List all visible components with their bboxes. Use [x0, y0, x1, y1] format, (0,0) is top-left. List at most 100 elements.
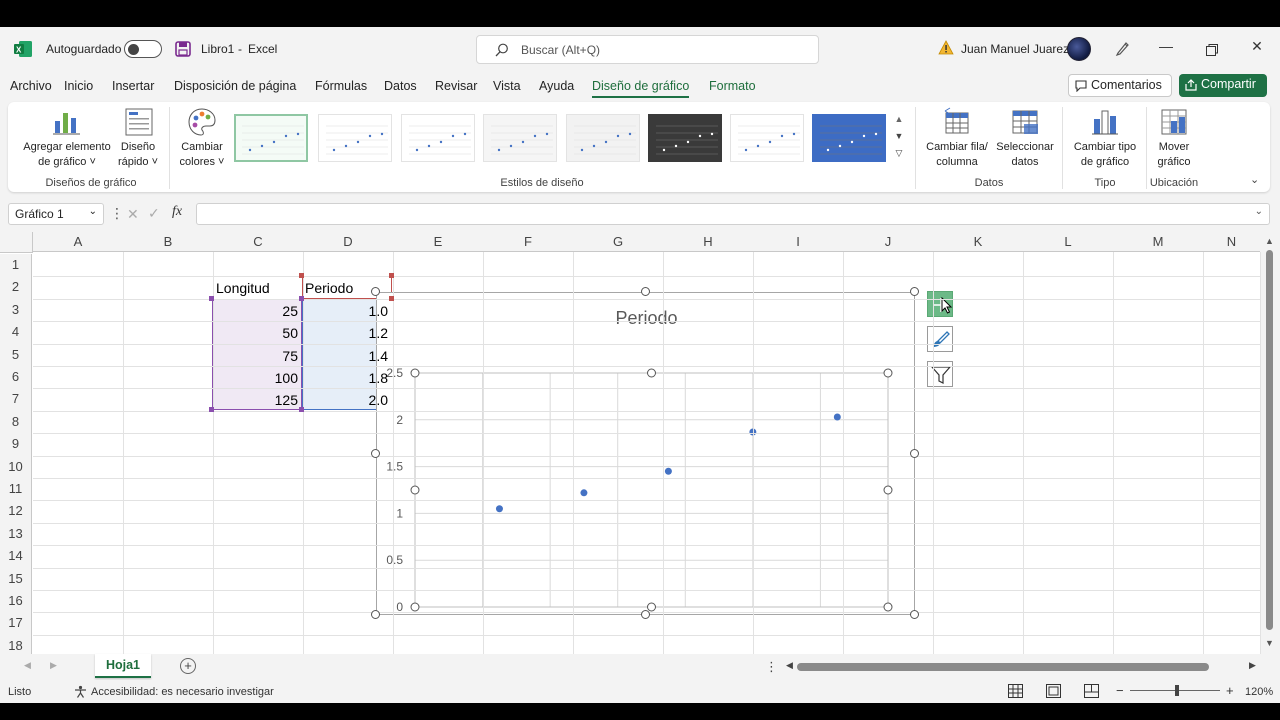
- chart-resize-handle[interactable]: [371, 448, 380, 458]
- tab-vista[interactable]: Vista: [493, 79, 521, 93]
- row-header-17[interactable]: 17: [0, 612, 32, 635]
- prev-sheet-icon[interactable]: ◀: [24, 660, 31, 671]
- row-header-7[interactable]: 7: [0, 388, 32, 411]
- tab-insertar[interactable]: Insertar: [112, 79, 154, 93]
- row-header-11[interactable]: 11: [0, 478, 32, 501]
- hscroll-left-icon[interactable]: ◀: [786, 660, 793, 671]
- change-colors-button[interactable]: Cambiar colores ˅: [176, 107, 228, 171]
- cell-c4[interactable]: 50: [214, 325, 298, 341]
- row-header-6[interactable]: 6: [0, 366, 32, 389]
- column-header-c[interactable]: C: [213, 232, 303, 252]
- row-header-3[interactable]: 3: [0, 298, 32, 322]
- cell-c3[interactable]: 25: [214, 303, 298, 319]
- column-header-b[interactable]: B: [123, 232, 213, 252]
- more-options-icon[interactable]: ⋮: [110, 205, 124, 222]
- range-handle[interactable]: [389, 273, 394, 278]
- cancel-icon[interactable]: ✕: [127, 206, 139, 223]
- chart-resize-handle[interactable]: [910, 448, 919, 458]
- row-header-8[interactable]: 8: [0, 410, 32, 434]
- zoom-in-button[interactable]: +: [1226, 683, 1234, 698]
- column-header-l[interactable]: L: [1023, 232, 1113, 252]
- next-sheet-icon[interactable]: ▶: [50, 660, 57, 671]
- column-header-h[interactable]: H: [663, 232, 753, 252]
- chart-resize-handle[interactable]: [640, 610, 650, 619]
- scroll-thumb[interactable]: [1266, 250, 1273, 630]
- add-sheet-button[interactable]: +: [180, 658, 196, 674]
- row-header-12[interactable]: 12: [0, 500, 32, 523]
- row-header-13[interactable]: 13: [0, 522, 32, 546]
- chart-object[interactable]: Periodo 00.511.522.5020406080100120140: [376, 292, 915, 615]
- name-box[interactable]: Gráfico 1 ⌄: [8, 203, 104, 225]
- chart-styles-button[interactable]: [927, 326, 953, 352]
- range-handle[interactable]: [299, 296, 304, 301]
- column-header-j[interactable]: J: [843, 232, 933, 252]
- cell-d7[interactable]: 2.0: [306, 392, 388, 408]
- cell-d6[interactable]: 1.8: [306, 370, 388, 386]
- cell-d2[interactable]: Periodo: [305, 280, 353, 296]
- styles-more-button[interactable]: ▽: [893, 148, 905, 164]
- range-handle[interactable]: [299, 273, 304, 278]
- row-header-5[interactable]: 5: [0, 343, 32, 366]
- chart-filters-button[interactable]: [927, 361, 953, 387]
- row-header-18[interactable]: 18: [0, 634, 32, 654]
- row-header-16[interactable]: 16: [0, 590, 32, 613]
- share-button[interactable]: Compartir: [1179, 74, 1267, 97]
- user-avatar[interactable]: [1067, 37, 1091, 61]
- collapse-ribbon-icon[interactable]: ⌄: [1250, 173, 1259, 186]
- move-chart-button[interactable]: Mover gráfico: [1150, 107, 1198, 171]
- column-header-g[interactable]: G: [573, 232, 663, 252]
- change-chart-type-button[interactable]: Cambiar tipo de gráfico: [1068, 107, 1142, 171]
- cell-d3[interactable]: 1.0: [306, 303, 388, 319]
- row-header-4[interactable]: 4: [0, 321, 32, 344]
- column-header-k[interactable]: K: [933, 232, 1023, 252]
- row-header-10[interactable]: 10: [0, 455, 32, 478]
- range-handle[interactable]: [209, 296, 214, 301]
- chart-resize-handle[interactable]: [910, 610, 919, 619]
- pen-icon[interactable]: [1115, 40, 1131, 61]
- vertical-scrollbar[interactable]: ▲ ▼: [1260, 232, 1280, 654]
- row-header-2[interactable]: 2: [0, 276, 32, 299]
- tab-formato[interactable]: Formato: [709, 79, 756, 93]
- tab-inicio[interactable]: Inicio: [64, 79, 93, 93]
- normal-view-icon[interactable]: [1008, 684, 1023, 701]
- styles-scroll-up[interactable]: ▲: [893, 114, 905, 130]
- chart-resize-handle[interactable]: [640, 287, 650, 296]
- tab-diseno-grafico[interactable]: Diseño de gráfico: [592, 79, 690, 98]
- page-layout-icon[interactable]: [1046, 684, 1061, 701]
- user-name[interactable]: Juan Manuel Juarez: [961, 42, 1069, 56]
- sheet-tab-hoja1[interactable]: Hoja1: [95, 654, 151, 678]
- zoom-out-button[interactable]: −: [1116, 683, 1124, 698]
- tab-archivo[interactable]: Archivo: [10, 79, 52, 93]
- range-handle[interactable]: [209, 407, 214, 412]
- row-header-14[interactable]: 14: [0, 545, 32, 568]
- minimize-button[interactable]: —: [1151, 38, 1181, 54]
- sheet-tab-options-icon[interactable]: ⋮: [765, 659, 778, 675]
- restore-button[interactable]: [1206, 43, 1218, 61]
- select-data-button[interactable]: Seleccionar datos: [993, 107, 1057, 171]
- comments-button[interactable]: Comentarios: [1068, 74, 1172, 97]
- column-header-f[interactable]: F: [483, 232, 573, 252]
- column-header-a[interactable]: A: [33, 232, 123, 252]
- autosave-toggle[interactable]: [124, 40, 162, 58]
- tab-datos[interactable]: Datos: [384, 79, 417, 93]
- confirm-icon[interactable]: ✓: [148, 205, 160, 222]
- cell-c2[interactable]: Longitud: [216, 280, 270, 296]
- range-handle[interactable]: [389, 296, 394, 301]
- add-chart-element-button[interactable]: Agregar elemento de gráfico ˅: [18, 107, 116, 171]
- cell-c5[interactable]: 75: [214, 348, 298, 364]
- chart-resize-handle[interactable]: [910, 287, 919, 296]
- quick-layout-button[interactable]: Diseño rápido ˅: [114, 107, 162, 171]
- cell-c6[interactable]: 100: [214, 370, 298, 386]
- column-header-e[interactable]: E: [393, 232, 483, 252]
- scroll-up-icon[interactable]: ▲: [1265, 236, 1274, 246]
- scroll-down-icon[interactable]: ▼: [1265, 638, 1274, 648]
- row-header-9[interactable]: 9: [0, 433, 32, 456]
- column-header-i[interactable]: I: [753, 232, 843, 252]
- warning-icon[interactable]: [938, 40, 954, 60]
- hscroll-right-icon[interactable]: ▶: [1249, 660, 1256, 671]
- select-all-corner[interactable]: [0, 232, 33, 253]
- styles-scroll-down[interactable]: ▼: [893, 131, 905, 147]
- horizontal-scrollbar[interactable]: [797, 663, 1209, 671]
- zoom-slider-thumb[interactable]: [1175, 685, 1179, 696]
- insert-function-button[interactable]: fx: [172, 204, 182, 220]
